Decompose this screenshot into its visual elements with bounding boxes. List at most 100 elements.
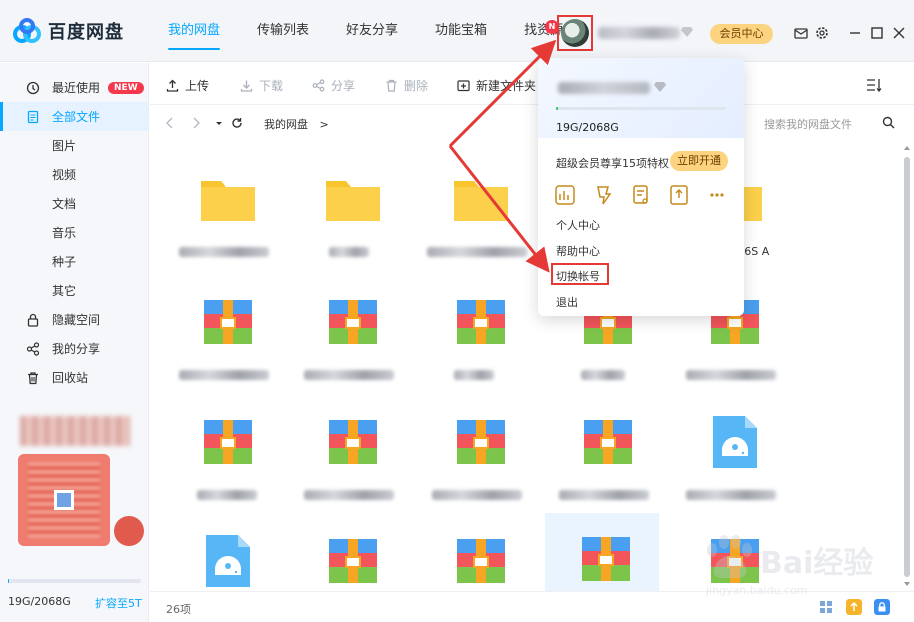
file-name-blurred — [686, 370, 776, 380]
sidebar-item-other[interactable]: 其它 — [0, 276, 148, 305]
refresh-icon[interactable] — [231, 117, 243, 129]
lock-icon — [27, 313, 39, 327]
archive-icon — [584, 420, 632, 464]
file-name-blurred — [197, 490, 257, 500]
archive-icon — [204, 300, 252, 344]
menu-item-help[interactable]: 帮助中心 — [556, 243, 600, 259]
folder-icon — [326, 181, 380, 221]
sidebar-item-torrents[interactable]: 种子 — [0, 247, 148, 276]
qr-center-logo — [54, 490, 74, 510]
avatar[interactable] — [561, 19, 589, 47]
archive-icon — [329, 300, 377, 344]
upload-label: 上传 — [185, 79, 210, 93]
trash-icon — [28, 371, 38, 384]
sidebar-item-hidden-space[interactable]: 隐藏空间 — [0, 305, 148, 334]
search-input[interactable]: 搜索我的网盘文件 — [764, 116, 852, 132]
disk-image-icon — [713, 416, 757, 468]
sidebar-item-documents[interactable]: 文档 — [0, 189, 148, 218]
breadcrumb-item[interactable]: 我的网盘 — [264, 118, 308, 131]
clock-icon — [26, 81, 40, 94]
promo-text-blurred — [20, 416, 130, 446]
share-button[interactable]: 分享 — [312, 77, 355, 94]
new-folder-icon — [457, 80, 470, 92]
sidebar-item-my-share[interactable]: 我的分享 — [0, 334, 148, 363]
search-icon[interactable] — [882, 116, 895, 129]
quota-progress-bar — [8, 579, 141, 583]
sidebar-item-videos[interactable]: 视频 — [0, 160, 148, 189]
close-icon[interactable] — [892, 26, 906, 40]
main-nav: 我的网盘 传输列表 好友分享 功能宝箱 找资源 — [158, 0, 590, 62]
upload-button[interactable]: 上传 — [166, 77, 209, 94]
archive-icon — [329, 539, 377, 583]
file-tile[interactable] — [167, 276, 281, 391]
file-tile[interactable] — [292, 396, 406, 511]
archive-icon — [204, 420, 252, 464]
settings-icon[interactable] — [815, 26, 829, 40]
file-tile[interactable] — [420, 515, 534, 591]
trash-icon — [386, 79, 397, 92]
mail-icon[interactable] — [794, 26, 808, 40]
sidebar-item-recycle-bin[interactable]: 回收站 — [0, 363, 148, 392]
expand-storage-link[interactable]: 扩容至5T — [95, 595, 142, 611]
file-tile[interactable] — [167, 153, 281, 268]
minimize-icon[interactable] — [848, 26, 862, 40]
menu-item-logout[interactable]: 退出 — [556, 294, 578, 310]
sidebar-item-all-files[interactable]: 全部文件 — [0, 102, 148, 131]
folder-icon — [454, 181, 508, 221]
download-button[interactable]: 下载 — [240, 77, 283, 94]
file-tile[interactable] — [292, 153, 406, 268]
file-tile[interactable] — [292, 515, 406, 591]
share-icon — [312, 79, 325, 92]
file-name-blurred — [686, 490, 776, 500]
app-logo[interactable]: 百度网盘 — [12, 17, 124, 45]
open-vip-button[interactable]: 立即开通 — [670, 151, 728, 171]
nav-toolbox[interactable]: 功能宝箱 — [425, 0, 497, 62]
promo-banner[interactable] — [14, 416, 144, 554]
nav-friend-share[interactable]: 好友分享 — [336, 0, 408, 62]
sidebar-item-recent[interactable]: 最近使用 NEW — [0, 73, 148, 102]
file-tile[interactable] — [420, 276, 534, 391]
file-name-blurred — [559, 490, 649, 500]
file-tile[interactable] — [167, 396, 281, 511]
nav-my-netdisk[interactable]: 我的网盘 — [158, 0, 230, 62]
storage-progress-fill — [556, 107, 558, 110]
file-tile[interactable] — [167, 515, 281, 591]
sidebar-item-label: 回收站 — [52, 371, 89, 385]
file-tile[interactable] — [674, 396, 788, 511]
file-tile-selected[interactable] — [545, 513, 659, 591]
sidebar-item-images[interactable]: 图片 — [0, 131, 148, 160]
storage-progress-bar — [556, 107, 726, 110]
file-name-blurred — [454, 370, 494, 380]
document-link-icon[interactable] — [630, 184, 652, 206]
maximize-icon[interactable] — [870, 26, 884, 40]
back-arrow-icon[interactable] — [164, 117, 176, 129]
promo-decoration — [114, 516, 144, 546]
file-name-blurred — [581, 370, 625, 380]
file-tile[interactable] — [292, 276, 406, 391]
nav-transfer-list[interactable]: 传输列表 — [247, 0, 319, 62]
vip-center-button[interactable]: 会员中心 — [710, 24, 773, 44]
file-tile[interactable] — [420, 396, 534, 511]
sidebar-item-label: 我的分享 — [52, 342, 101, 356]
scrollbar-thumb[interactable] — [904, 157, 910, 577]
file-name-blurred — [329, 247, 369, 257]
delete-button[interactable]: 删除 — [385, 77, 428, 94]
upload-limit-icon[interactable] — [668, 184, 690, 206]
file-tile[interactable] — [547, 396, 661, 511]
menu-item-profile[interactable]: 个人中心 — [556, 217, 600, 233]
scroll-up-icon[interactable] — [904, 145, 910, 151]
history-dropdown-icon[interactable] — [213, 117, 225, 129]
more-icon[interactable] — [706, 184, 728, 206]
new-folder-label: 新建文件夹 — [476, 79, 537, 93]
delete-label: 删除 — [404, 79, 429, 93]
new-folder-button[interactable]: 新建文件夹 — [457, 77, 536, 94]
speed-chart-icon[interactable] — [554, 184, 576, 206]
sidebar-item-music[interactable]: 音乐 — [0, 218, 148, 247]
sort-icon[interactable] — [866, 78, 882, 92]
forward-arrow-icon[interactable] — [190, 117, 202, 129]
file-icon — [27, 110, 39, 123]
avatar-highlight-box[interactable] — [557, 15, 593, 51]
fast-download-icon[interactable] — [592, 184, 614, 206]
file-tile[interactable] — [420, 153, 534, 268]
username-blurred[interactable] — [598, 27, 680, 39]
